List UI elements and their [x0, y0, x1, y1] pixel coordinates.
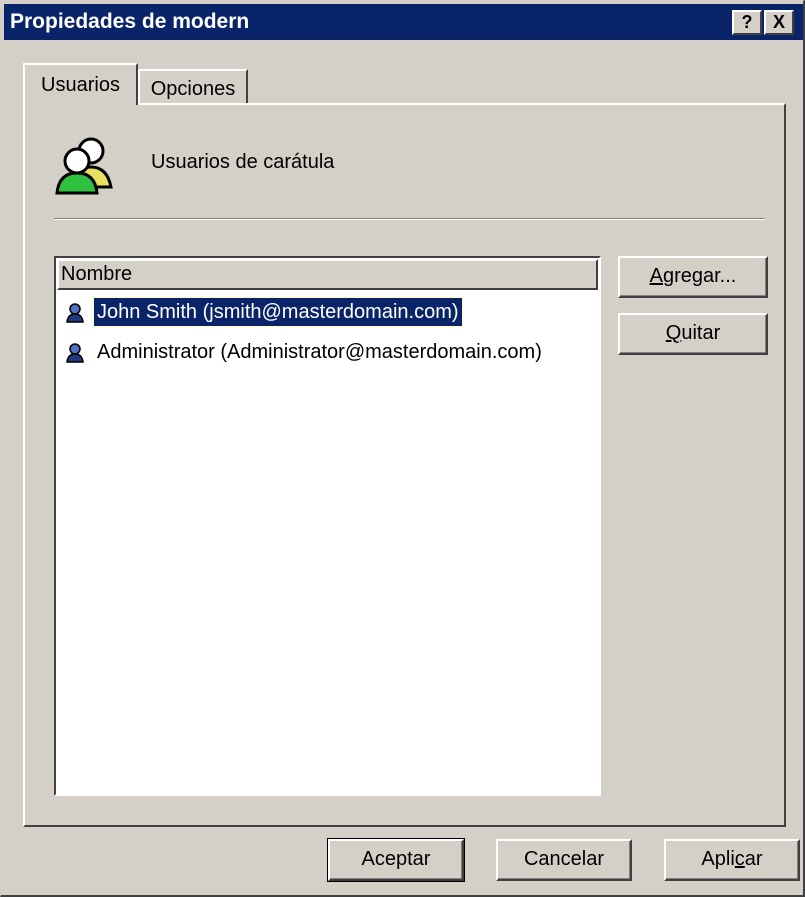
- user-icon: [66, 343, 84, 363]
- title-bar[interactable]: Propiedades de modern ? X: [4, 4, 803, 40]
- list-item-label: John Smith (jsmith@masterdomain.com): [93, 297, 463, 327]
- cancel-button[interactable]: Cancelar: [496, 839, 632, 881]
- tab-usuarios-label: Usuarios: [41, 74, 120, 96]
- section-heading: Usuarios de carátula: [151, 151, 335, 173]
- users-listview[interactable]: Nombre John Smith (jsmith@masterdomain.c…: [54, 256, 601, 796]
- properties-dialog: Propiedades de modern ? X Usuarios Opcio…: [0, 0, 805, 897]
- apply-button[interactable]: Aplicar: [664, 839, 800, 881]
- help-button[interactable]: ?: [732, 10, 762, 35]
- section-divider: [54, 218, 765, 220]
- tab-opciones[interactable]: Opciones: [138, 69, 248, 103]
- tab-usuarios[interactable]: Usuarios: [23, 63, 138, 105]
- remove-button-label: uitar: [681, 322, 721, 344]
- add-button[interactable]: Agregar...: [618, 256, 768, 298]
- remove-button[interactable]: Quitar: [618, 313, 768, 355]
- add-button-accel: A: [649, 265, 663, 287]
- remove-button-accel: Q: [665, 322, 682, 344]
- close-button[interactable]: X: [764, 10, 794, 35]
- apply-button-accel: c: [734, 848, 745, 870]
- users-group-icon: [55, 137, 113, 195]
- column-header-nombre[interactable]: Nombre: [57, 259, 598, 290]
- list-item-label: Administrator (Administrator@masterdomai…: [97, 341, 542, 363]
- tab-opciones-label: Opciones: [150, 78, 236, 100]
- add-button-label: gregar...: [662, 265, 737, 287]
- apply-button-label-pre: Apli: [701, 848, 735, 870]
- window-title: Propiedades de modern: [10, 10, 250, 33]
- apply-button-label-post: ar: [744, 848, 763, 870]
- ok-button[interactable]: Aceptar: [327, 838, 465, 882]
- user-icon: [66, 303, 84, 323]
